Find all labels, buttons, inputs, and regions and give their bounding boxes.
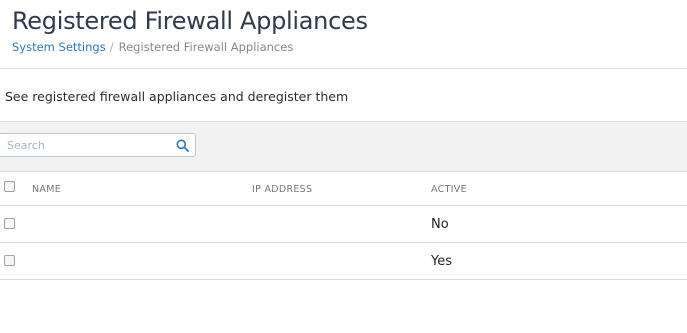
table-row[interactable]: Yes <box>0 243 687 280</box>
search-icon[interactable] <box>176 139 189 152</box>
row-active-status: Yes <box>431 254 452 269</box>
row-checkbox[interactable] <box>4 255 15 266</box>
search-box[interactable] <box>0 133 196 157</box>
row-checkbox[interactable] <box>4 218 15 229</box>
breadcrumb: System Settings / Registered Firewall Appl… <box>12 40 293 54</box>
page-description: See registered firewall appliances and d… <box>5 89 349 104</box>
breadcrumb-separator: / <box>109 40 114 54</box>
column-header-active[interactable]: ACTIVE <box>431 184 467 195</box>
breadcrumb-system-settings-link[interactable]: System Settings <box>12 40 106 54</box>
column-header-name[interactable]: NAME <box>32 184 61 195</box>
search-input[interactable] <box>7 136 167 154</box>
toolbar <box>0 121 687 172</box>
header-divider <box>0 68 687 69</box>
table-header: NAME IP ADDRESS ACTIVE <box>0 172 687 206</box>
select-all-checkbox[interactable] <box>4 181 15 192</box>
column-header-ip-address[interactable]: IP ADDRESS <box>252 184 312 195</box>
table-row[interactable]: No <box>0 206 687 243</box>
breadcrumb-current: Registered Firewall Appliances <box>118 40 294 54</box>
row-active-status: No <box>431 217 449 232</box>
page-title: Registered Firewall Appliances <box>12 7 368 35</box>
